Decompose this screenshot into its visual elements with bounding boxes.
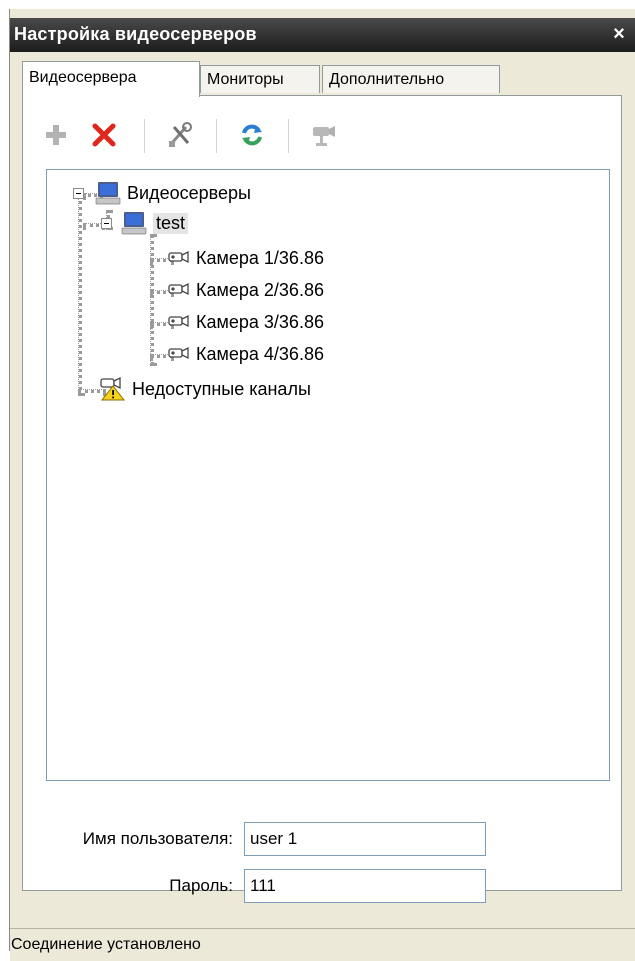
camera-settings-icon — [313, 126, 335, 146]
delete-icon — [92, 123, 116, 147]
tree-node-unavailable-channels[interactable]: Недоступные каналы — [100, 375, 311, 403]
tree-node-camera-3[interactable]: Камера 3/36.86 — [168, 308, 324, 336]
tab-videoservers-label: Видеосервера — [29, 69, 137, 86]
computer-icon — [95, 182, 121, 205]
tree-node-label: Видеосерверы — [127, 182, 251, 203]
plus-icon — [46, 125, 66, 145]
tree-node-label: Камера 4/36.86 — [196, 343, 324, 364]
settings-window: Настройка видеосерверов × Видеосервера М… — [9, 9, 635, 961]
tab-videoservers[interactable]: Видеосервера — [22, 61, 200, 97]
tab-additional[interactable]: Дополнительно — [322, 65, 500, 93]
refresh-icon — [242, 124, 262, 146]
tree-node-videoservers[interactable]: Видеосерверы — [95, 179, 251, 207]
tree-node-label: Камера 3/36.86 — [196, 311, 324, 332]
camera-settings-button[interactable] — [304, 113, 344, 157]
settings-button[interactable] — [160, 113, 200, 157]
tree-node-server-test[interactable]: test — [121, 209, 189, 237]
window-title: Настройка видеосерверов — [14, 24, 257, 44]
close-button[interactable]: × — [608, 22, 630, 46]
camera-warning-icon — [100, 377, 126, 401]
delete-button[interactable] — [84, 113, 124, 157]
tree-node-label: Камера 1/36.86 — [196, 247, 324, 268]
tab-additional-label: Дополнительно — [329, 71, 445, 88]
status-bar: Соединение установлено — [10, 928, 635, 961]
expand-toggle-server[interactable] — [101, 218, 112, 229]
status-text: Соединение установлено — [11, 936, 201, 953]
camera-icon — [168, 314, 189, 328]
tree-node-camera-1[interactable]: Камера 1/36.86 — [168, 244, 324, 272]
expand-toggle-root[interactable] — [73, 188, 84, 199]
password-label: Пароль: — [169, 876, 233, 895]
tools-icon — [169, 122, 192, 147]
add-button[interactable] — [36, 113, 76, 157]
computer-icon — [121, 212, 147, 235]
tab-monitors[interactable]: Мониторы — [200, 65, 320, 93]
toolbar-separator — [288, 119, 289, 153]
tree-line — [78, 195, 82, 396]
camera-icon — [168, 282, 189, 296]
toolbar-separator — [144, 119, 145, 153]
camera-icon — [168, 346, 189, 360]
tree-node-camera-2[interactable]: Камера 2/36.86 — [168, 276, 324, 304]
server-tree: Видеосерверы test Камера 1/36.86 Камера … — [46, 169, 610, 781]
tree-node-label: test — [153, 212, 189, 234]
toolbar-separator — [216, 119, 217, 153]
tree-line — [150, 234, 154, 366]
tree-node-camera-4[interactable]: Камера 4/36.86 — [168, 340, 324, 368]
tree-node-label: Камера 2/36.86 — [196, 279, 324, 300]
tree-node-label: Недоступные каналы — [132, 378, 311, 399]
username-label: Имя пользователя: — [82, 829, 233, 848]
tab-monitors-label: Мониторы — [207, 71, 284, 88]
refresh-button[interactable] — [232, 113, 272, 157]
username-field[interactable] — [244, 822, 486, 856]
camera-icon — [168, 250, 189, 264]
password-field[interactable] — [244, 869, 486, 903]
title-bar[interactable]: Настройка видеосерверов × — [10, 18, 635, 52]
